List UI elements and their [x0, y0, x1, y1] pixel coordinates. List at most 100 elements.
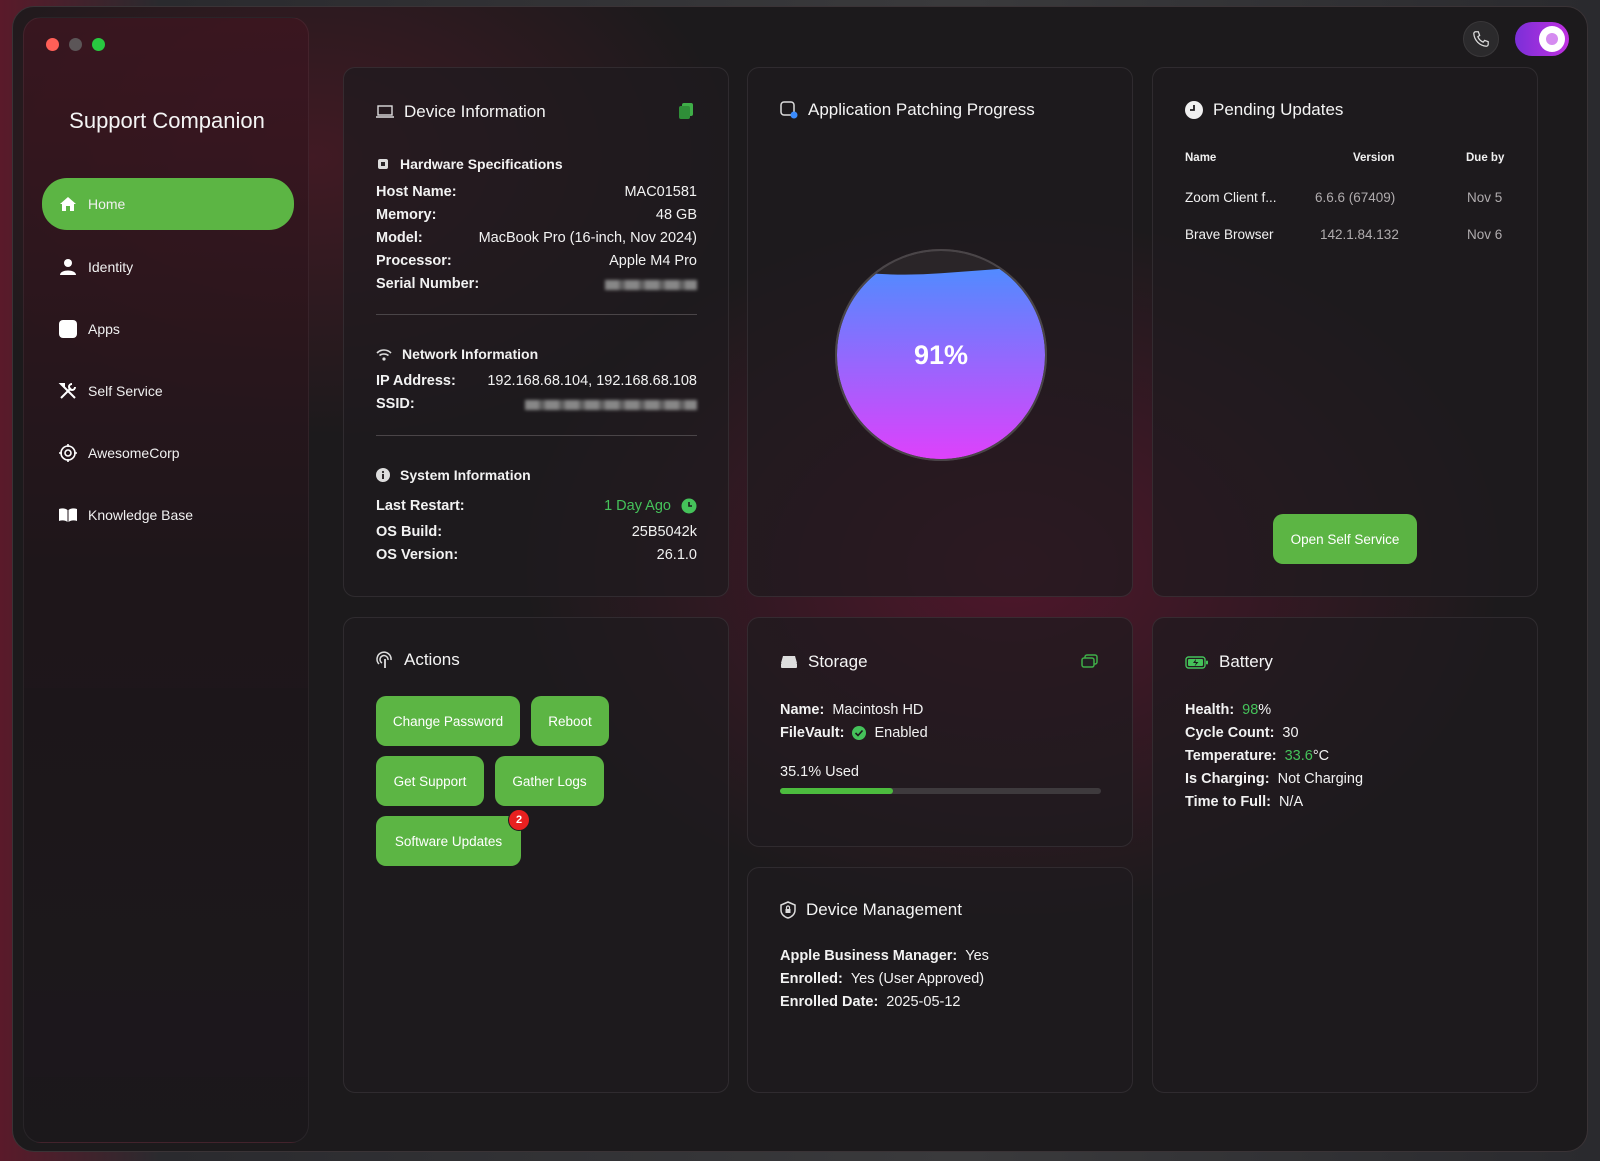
person-icon — [56, 255, 80, 279]
update-name[interactable]: Brave Browser — [1185, 227, 1274, 242]
device-management-title: Device Management — [780, 900, 962, 920]
sidebar-item-self-service[interactable]: Self Service — [42, 366, 294, 416]
column-header-due: Due by — [1466, 152, 1505, 164]
close-window-button[interactable] — [46, 38, 59, 51]
sidebar-nav: Home Identity Apps Self Service AwesomeC… — [42, 178, 294, 552]
sidebar-item-awesomecorp[interactable]: AwesomeCorp — [42, 428, 294, 478]
sidebar-item-label: Identity — [88, 259, 134, 275]
shield-icon — [780, 901, 796, 919]
device-management-card: Device Management Apple Business Manager… — [747, 867, 1133, 1093]
info-icon — [376, 468, 390, 482]
patching-progress-gauge: 91% — [835, 249, 1047, 461]
gear-icon — [56, 441, 80, 465]
apps-icon — [56, 317, 80, 341]
enrolled-date-row: Enrolled Date: 2025-05-12 — [780, 994, 961, 1010]
last-restart-row: Last Restart: 1 Day Ago — [376, 498, 697, 514]
book-icon — [56, 503, 80, 527]
device-information-card: Device Information Hardware Specificatio… — [343, 67, 729, 597]
copy-icon[interactable] — [1081, 654, 1098, 673]
column-header-name: Name — [1185, 152, 1217, 164]
sidebar-item-label: Home — [88, 196, 126, 212]
sidebar-item-home[interactable]: Home — [42, 178, 294, 230]
sidebar-item-label: AwesomeCorp — [88, 445, 180, 461]
tools-icon — [56, 379, 80, 403]
host-name-row: Host Name: MAC01581 — [376, 184, 697, 200]
app-title: Support Companion — [69, 108, 265, 133]
update-name[interactable]: Zoom Client f... — [1185, 190, 1277, 205]
system-heading: System Information — [376, 467, 531, 483]
update-version: 142.1.84.132 — [1320, 227, 1399, 242]
window-controls — [46, 38, 105, 51]
chip-icon — [378, 159, 388, 169]
is-charging-row: Is Charging: Not Charging — [1185, 771, 1364, 787]
storage-card: Storage Name: Macintosh HD FileVault: Ena… — [747, 617, 1133, 847]
sidebar-item-label: Apps — [88, 321, 120, 337]
app-window: Support Companion Home Identity Apps Sel… — [12, 6, 1588, 1152]
phone-button[interactable] — [1463, 21, 1499, 57]
patching-progress-title: Application Patching Progress — [780, 100, 1035, 120]
check-circle-icon — [852, 726, 867, 740]
change-password-button[interactable]: Change Password — [376, 696, 520, 746]
update-version: 6.6.6 (67409) — [1315, 190, 1396, 205]
model-row: Model: MacBook Pro (16-inch, Nov 2024) — [376, 230, 697, 246]
battery-charging-icon — [1185, 655, 1208, 669]
cycle-count-row: Cycle Count: 30 — [1185, 725, 1299, 741]
update-due: Nov 6 — [1467, 227, 1503, 242]
copy-icon[interactable] — [678, 102, 694, 125]
open-self-service-button[interactable]: Open Self Service — [1273, 514, 1417, 564]
get-support-button[interactable]: Get Support — [376, 756, 484, 806]
ip-address-row: IP Address: 192.168.68.104, 192.168.68.10… — [376, 373, 697, 389]
reboot-button[interactable]: Reboot — [531, 696, 609, 746]
abm-row: Apple Business Manager: Yes — [780, 948, 989, 964]
sidebar-item-apps[interactable]: Apps — [42, 304, 294, 354]
storage-used-label: 35.1% Used — [780, 764, 859, 780]
ssid-row: SSID: — [376, 396, 697, 412]
column-header-version: Version — [1353, 152, 1395, 164]
pending-updates-card: Pending Updates Name Version Due by Zoom… — [1152, 67, 1538, 597]
sidebar-item-identity[interactable]: Identity — [42, 242, 294, 292]
wifi-icon — [376, 348, 392, 361]
sidebar: Support Companion Home Identity Apps Sel… — [23, 17, 309, 1143]
storage-progress-bar — [780, 788, 1101, 794]
storage-progress-fill — [780, 788, 893, 794]
processor-row: Processor: Apple M4 Pro — [376, 253, 697, 269]
storage-name-row: Name: Macintosh HD — [780, 702, 924, 718]
temperature-row: Temperature: 33.6°C — [1185, 748, 1330, 764]
health-row: Health: 98% — [1185, 702, 1272, 718]
filevault-row: FileVault: Enabled — [780, 725, 928, 741]
app-update-icon — [780, 101, 798, 119]
laptop-icon — [376, 105, 394, 118]
hardware-heading: Hardware Specifications — [376, 156, 563, 172]
battery-title: Battery — [1185, 652, 1273, 672]
software-updates-button[interactable]: Software Updates — [376, 816, 521, 866]
clock-icon — [681, 498, 697, 514]
patching-percent-label: 91% — [914, 340, 968, 370]
sidebar-item-knowledge-base[interactable]: Knowledge Base — [42, 490, 294, 540]
divider — [376, 314, 697, 315]
os-build-row: OS Build: 25B5042k — [376, 524, 697, 540]
pending-updates-title: Pending Updates — [1185, 100, 1343, 120]
clock-icon — [1185, 101, 1203, 119]
tap-icon — [376, 651, 392, 668]
update-due: Nov 5 — [1467, 190, 1503, 205]
network-heading: Network Information — [376, 346, 538, 362]
zoom-window-button[interactable] — [92, 38, 105, 51]
divider — [376, 435, 697, 436]
theme-toggle[interactable] — [1515, 22, 1569, 56]
sidebar-item-label: Self Service — [88, 383, 163, 399]
actions-card: Actions Change Password Reboot Get Suppo… — [343, 617, 729, 1093]
gather-logs-button[interactable]: Gather Logs — [495, 756, 604, 806]
storage-title: Storage — [780, 652, 868, 672]
sidebar-item-label: Knowledge Base — [88, 507, 194, 523]
device-information-title: Device Information — [376, 102, 546, 122]
time-to-full-row: Time to Full: N/A — [1185, 794, 1304, 810]
phone-icon — [1473, 31, 1489, 47]
drive-icon — [781, 656, 797, 668]
ssid-redacted — [525, 400, 697, 410]
toggle-knob — [1539, 26, 1565, 52]
software-updates-badge: 2 — [508, 809, 530, 831]
battery-card: Battery Health: 98% Cycle Count: 30 Temper… — [1152, 617, 1538, 1093]
enrolled-row: Enrolled: Yes (User Approved) — [780, 971, 985, 987]
serial-redacted — [605, 280, 697, 290]
minimize-window-button[interactable] — [69, 38, 82, 51]
